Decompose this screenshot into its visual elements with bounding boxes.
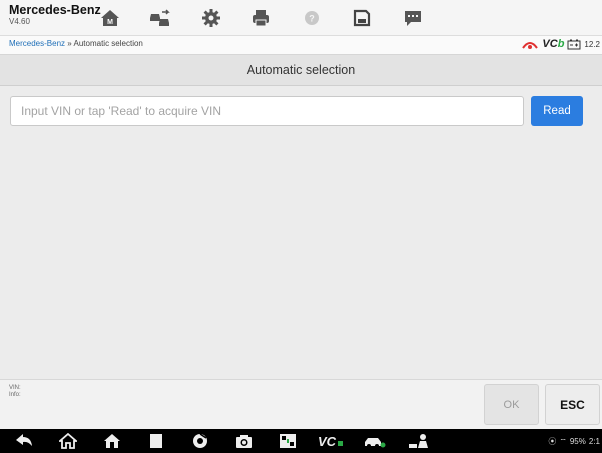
scanner-icon (280, 434, 296, 448)
print-button[interactable] (236, 0, 286, 35)
ok-button[interactable]: OK (484, 384, 539, 425)
recent-apps-icon (150, 434, 162, 448)
system-tray: ⦿ ⌔ 95% 2:1 (548, 436, 600, 447)
connection-status: VCb 12.2 (521, 38, 600, 50)
save-button[interactable] (337, 0, 387, 35)
breadcrumb-current: Automatic selection (73, 39, 143, 48)
gear-icon (202, 8, 220, 27)
back-icon (16, 434, 32, 446)
read-button[interactable]: Read (531, 96, 583, 126)
vehicle-swap-icon (150, 8, 170, 26)
svg-text:M: M (107, 19, 113, 26)
battery-voltage: 12.2 (584, 39, 600, 49)
vci-icon: VC (318, 434, 343, 449)
vci-label: VCb (542, 38, 564, 50)
breadcrumb: Mercedes-Benz » Automatic selection (9, 39, 143, 48)
vci-label-text: VC (542, 38, 558, 50)
page-title: Automatic selection (0, 55, 602, 86)
signal-icon (522, 42, 539, 49)
breadcrumb-root-link[interactable]: Mercedes-Benz (9, 39, 65, 48)
vin-label: VIN: (9, 385, 21, 391)
car-icon (365, 438, 386, 448)
info-label: Info: (9, 392, 21, 398)
vci-label-accent: b (557, 38, 565, 50)
bottom-bar: VIN: Info: OK ESC (0, 379, 602, 429)
nav-home-button[interactable] (56, 432, 80, 450)
svg-text:?: ? (309, 13, 315, 23)
nav-back-button[interactable] (12, 432, 36, 450)
nav-scanner-button[interactable] (276, 432, 300, 450)
breadcrumb-separator: » (67, 39, 72, 48)
tray-time: 2:1 (588, 437, 600, 446)
nav-autel-home-button[interactable] (100, 432, 124, 450)
nav-vehicle-button[interactable] (362, 432, 388, 450)
message-button[interactable] (388, 0, 438, 35)
battery-icon (567, 39, 581, 49)
location-icon: ⦿ (548, 437, 557, 446)
nav-recent-button[interactable] (144, 432, 168, 450)
wifi-icon: ⌔ (559, 436, 567, 446)
main-content: Read (0, 86, 602, 379)
message-icon (405, 10, 421, 26)
camera-icon (236, 435, 252, 448)
help-icon: ? (305, 10, 319, 25)
esc-button[interactable]: ESC (545, 384, 600, 425)
nav-camera-button[interactable] (232, 432, 256, 450)
home-nav-icon (59, 433, 77, 449)
nav-vci-button[interactable]: VC (316, 432, 346, 450)
top-toolbar: Mercedes-Benz V4.60 M ? (0, 0, 602, 35)
nav-service-button[interactable] (406, 432, 432, 450)
printer-icon (253, 9, 269, 26)
vehicle-swap-button[interactable] (135, 0, 185, 35)
breadcrumb-bar: Mercedes-Benz » Automatic selection VCb … (0, 35, 602, 55)
home-icon: M (101, 9, 119, 26)
browser-icon (193, 433, 207, 448)
service-icon (409, 434, 428, 448)
nav-chrome-button[interactable] (188, 432, 212, 450)
vehicle-info: VIN: Info: (9, 385, 21, 399)
save-icon (353, 9, 371, 26)
system-nav-bar: VC ⦿ ⌔ 95% 2:1 (0, 429, 602, 453)
tray-battery: 95% (569, 437, 586, 446)
help-button[interactable]: ? (287, 0, 337, 35)
vin-input[interactable] (10, 96, 524, 126)
settings-button[interactable] (186, 0, 236, 35)
svg-text:VC: VC (318, 434, 337, 449)
house-icon (104, 434, 120, 448)
home-button[interactable]: M (85, 0, 135, 35)
